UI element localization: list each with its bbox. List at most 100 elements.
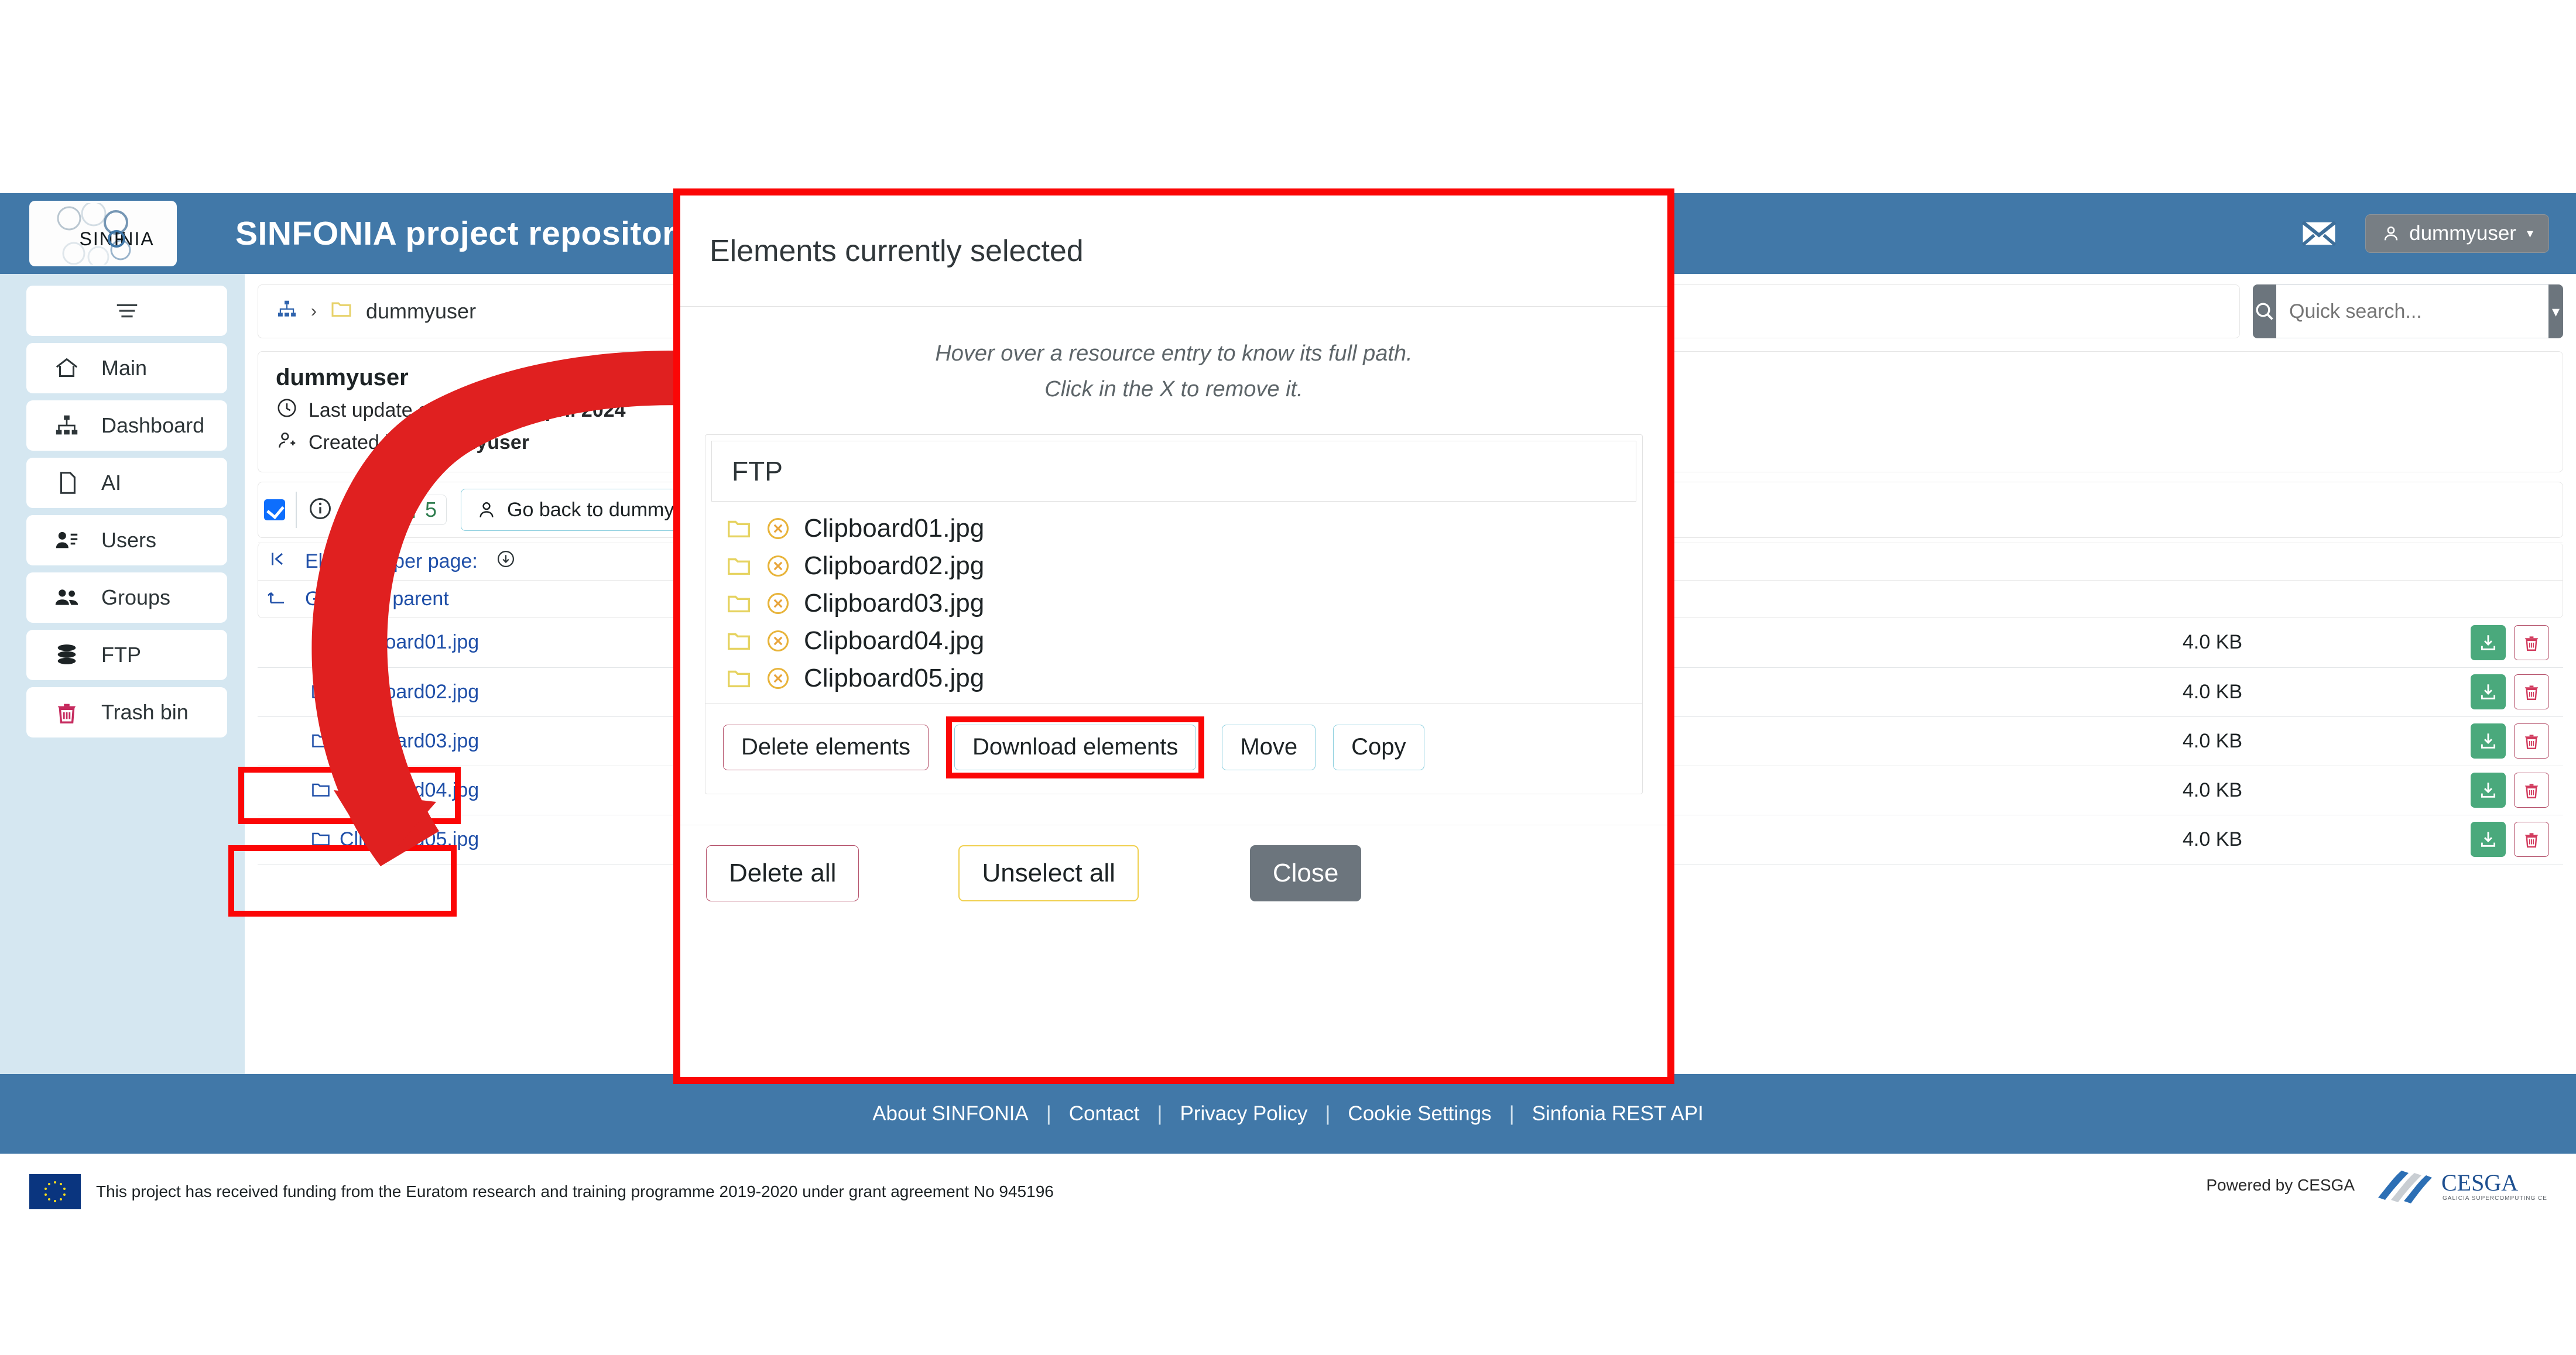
navbar-right-group: dummyuser ▾ [2300, 193, 2549, 274]
file-icon [53, 469, 80, 496]
row-delete-button[interactable] [2514, 674, 2549, 709]
row-delete-button[interactable] [2514, 773, 2549, 808]
envelope-icon[interactable] [2300, 214, 2338, 253]
folder-icon [725, 515, 752, 542]
svg-text:GALICIA SUPERCOMPUTING CENTER: GALICIA SUPERCOMPUTING CENTER [2443, 1195, 2547, 1202]
powered-by-group: Powered by CESGA CESGA GALICIA SUPERCOMP… [2206, 1167, 2547, 1203]
footer-link-privacy-policy[interactable]: Privacy Policy [1180, 1102, 1308, 1126]
folder-icon [725, 665, 752, 692]
elements-per-page-label: Elements per page: [305, 550, 478, 572]
row-size: 4.0 KB [2183, 631, 2243, 654]
sidebar-item-trash-bin[interactable]: Trash bin [26, 687, 227, 737]
row-download-button[interactable] [2471, 674, 2506, 709]
folder-open-icon [310, 828, 331, 850]
folder-count-chip[interactable]: 5 [382, 495, 447, 525]
svg-text:CESGA: CESGA [2441, 1169, 2518, 1196]
sidebar-toggle-button[interactable] [26, 286, 227, 336]
circle-x-icon[interactable] [765, 516, 791, 541]
footer-links: About SINFONIA | Contact | Privacy Polic… [0, 1074, 2576, 1154]
toolbar-divider [296, 492, 297, 528]
person-icon [2384, 226, 2398, 241]
sidebar-item-main[interactable]: Main [26, 343, 227, 393]
first-page-icon[interactable] [266, 548, 287, 575]
modal-title: Elements currently selected [710, 234, 1084, 268]
circle-x-icon[interactable] [765, 666, 791, 691]
sidebar-item-label: FTP [101, 643, 141, 667]
selected-element-item[interactable]: Clipboard05.jpg [705, 660, 1642, 697]
sidebar-item-users[interactable]: Users [26, 515, 227, 565]
created-by-value: dummyuser [416, 431, 530, 454]
sidebar-item-ai[interactable]: AI [26, 458, 227, 508]
selected-element-name: Clipboard05.jpg [804, 663, 985, 692]
last-update-value: Wed, 24 April 2024 [450, 399, 626, 421]
circle-x-icon[interactable] [765, 628, 791, 654]
footer-link-cookie-settings[interactable]: Cookie Settings [1348, 1102, 1491, 1126]
circle-down-icon[interactable] [495, 548, 516, 575]
copy-button[interactable]: Copy [1333, 724, 1424, 770]
search-icon[interactable] [2253, 284, 2276, 338]
move-button[interactable]: Move [1222, 724, 1316, 770]
row-download-button[interactable] [2471, 723, 2506, 759]
search-dropdown-button[interactable]: ▾ [2548, 284, 2563, 338]
row-size: 4.0 KB [2183, 729, 2243, 752]
sidebar-item-label: Dashboard [101, 413, 205, 437]
sidebar-item-ftp[interactable]: FTP [26, 630, 227, 680]
powered-by-label: Powered by CESGA [2206, 1176, 2355, 1194]
circle-x-icon[interactable] [765, 553, 791, 579]
sidebar-item-label: Trash bin [101, 700, 189, 724]
row-download-button[interactable] [2471, 625, 2506, 660]
modal-header: Elements currently selected [680, 195, 1667, 307]
delete-all-button[interactable]: Delete all [706, 845, 859, 901]
selected-elements-card: FTP Clipboard01.jpg Clipboard02.jpg Clipbo… [705, 434, 1643, 794]
row-delete-button[interactable] [2514, 625, 2549, 660]
search-group: ▾ [2253, 284, 2563, 338]
folder-open-icon [310, 631, 331, 653]
hamburger-menu-icon [114, 297, 141, 324]
row-file-name: Clipboard04.jpg [340, 778, 479, 801]
footer-separator: | [1046, 1102, 1051, 1125]
selected-element-item[interactable]: Clipboard04.jpg [705, 622, 1642, 660]
delete-elements-button[interactable]: Delete elements [723, 724, 929, 770]
row-size: 4.0 KB [2183, 680, 2243, 703]
go-to-parent-label: Go to the parent [305, 588, 449, 610]
last-update-prefix: Last update on [309, 399, 440, 421]
funding-text: This project has received funding from t… [96, 1182, 1054, 1200]
folder-count-value: 5 [425, 498, 437, 522]
unselect-all-button[interactable]: Unselect all [958, 845, 1139, 901]
selected-element-item[interactable]: Clipboard02.jpg [705, 547, 1642, 585]
download-elements-button[interactable]: Download elements [954, 724, 1197, 770]
row-download-button[interactable] [2471, 773, 2506, 808]
modal-footer: Delete all Unselect all Close [680, 824, 1667, 919]
row-actions-cell [2428, 667, 2563, 716]
footer-link-about[interactable]: About SINFONIA [872, 1102, 1028, 1126]
sidebar-item-dashboard[interactable]: Dashboard [26, 400, 227, 451]
selected-element-name: Clipboard01.jpg [804, 513, 985, 543]
footer-link-rest-api[interactable]: Sinfonia REST API [1532, 1102, 1704, 1126]
row-size: 4.0 KB [2183, 828, 2243, 850]
search-input[interactable] [2276, 284, 2548, 338]
circle-x-icon[interactable] [765, 591, 791, 616]
sitemap-icon[interactable] [276, 298, 298, 325]
selected-elements-modal: Elements currently selected Hover over a… [673, 188, 1674, 1084]
selected-element-item[interactable]: Clipboard03.jpg [705, 585, 1642, 622]
user-list-icon [53, 527, 80, 554]
folder-icon [725, 590, 752, 617]
selected-element-item[interactable]: Clipboard01.jpg [705, 510, 1642, 547]
footer-funding: This project has received funding from t… [0, 1154, 2576, 1230]
select-all-checkbox[interactable] [264, 499, 285, 520]
sidebar: Main Dashboard AI Users Groups FTP Trash… [0, 274, 245, 1074]
upload-icon[interactable] [345, 496, 371, 524]
breadcrumb-current[interactable]: dummyuser [366, 299, 476, 324]
footer-link-contact[interactable]: Contact [1069, 1102, 1140, 1126]
modal-hint-text: Hover over a resource entry to know its … [680, 307, 1667, 424]
info-circle-icon[interactable] [307, 496, 333, 524]
user-menu-button[interactable]: dummyuser ▾ [2365, 214, 2549, 253]
folder-open-icon [310, 779, 331, 801]
row-delete-button[interactable] [2514, 723, 2549, 759]
sidebar-item-groups[interactable]: Groups [26, 572, 227, 623]
root-path-field[interactable]: FTP [711, 440, 1636, 502]
row-delete-button[interactable] [2514, 822, 2549, 857]
row-download-button[interactable] [2471, 822, 2506, 857]
sinfonia-logo[interactable]: SINF x NIA [29, 201, 177, 266]
close-button[interactable]: Close [1249, 845, 1362, 901]
